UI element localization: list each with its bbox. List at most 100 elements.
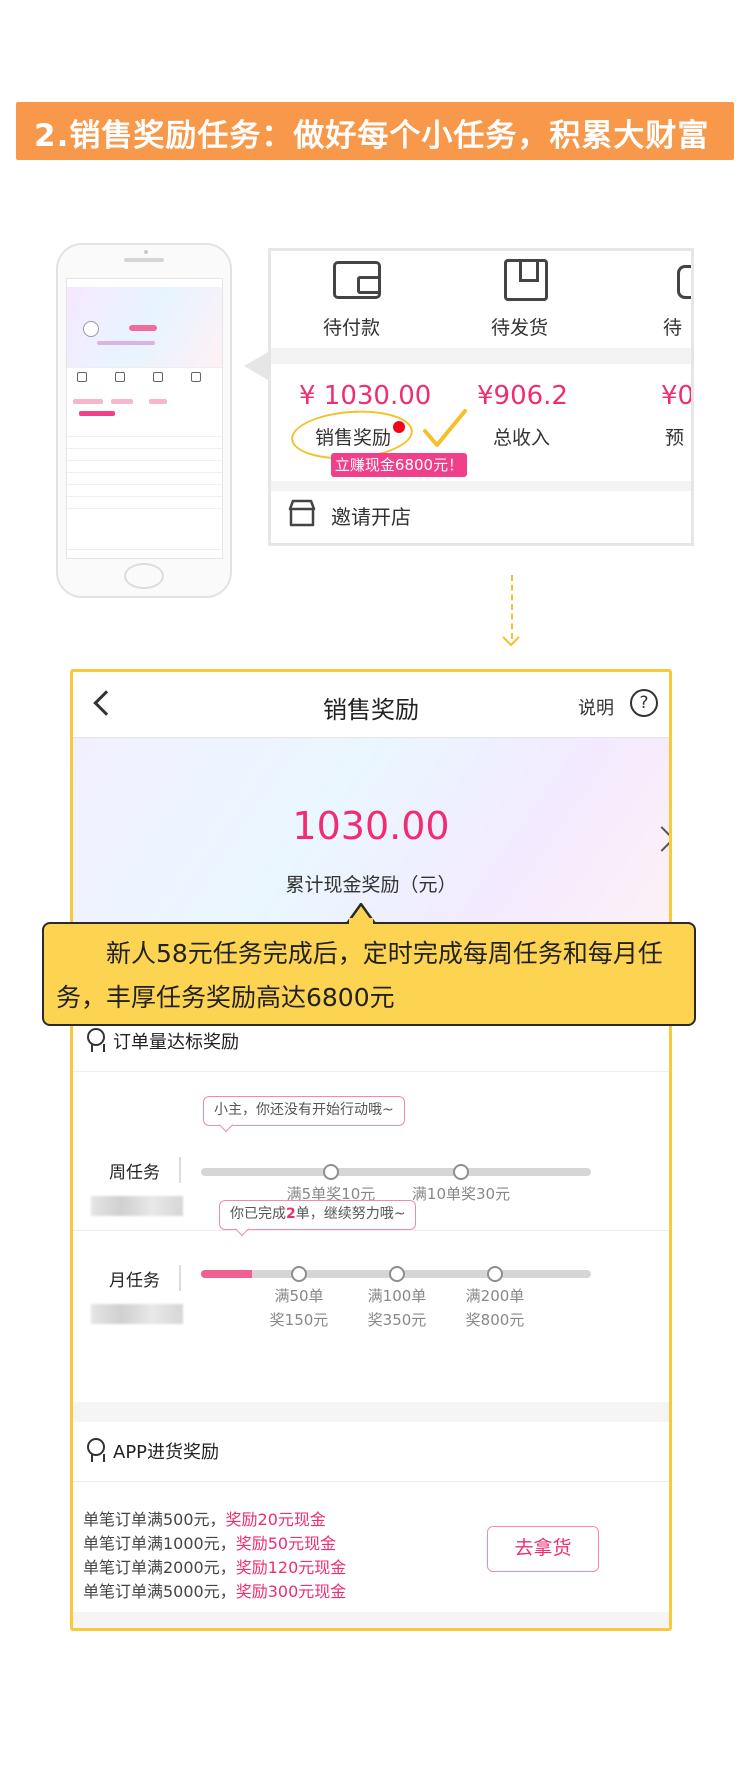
info-callout-text: 新人58元任务完成后，定时完成每周任务和每月任务，丰厚任务奖励高达6800元 (56, 939, 663, 1012)
monthly-milestone-label: 满100单奖350元 (357, 1284, 437, 1332)
rule-text: 单笔订单满5000元， (83, 1582, 236, 1601)
rule-reward: 奖励120元现金 (235, 1558, 347, 1577)
package-icon (504, 259, 548, 301)
milestone-line: 奖350元 (367, 1311, 427, 1329)
thumb-package-icon (115, 372, 125, 382)
rule-reward: 奖励50元现金 (235, 1534, 337, 1553)
question-icon[interactable]: ? (630, 689, 658, 717)
milestone-line: 满50单 (274, 1287, 324, 1305)
go-purchase-button[interactable]: 去拿货 (487, 1526, 599, 1572)
pending-payment-label[interactable]: 待付款 (323, 313, 380, 340)
earn-cash-badge: 立赚现金6800元！ (331, 453, 467, 477)
section-banner-title: 2.销售奖励任务：做好每个小任务，积累大财富 (34, 118, 710, 154)
invite-open-store-link[interactable]: 邀请开店 (331, 501, 411, 530)
clipboard-icon (677, 265, 691, 299)
total-income-value: ¥906.2 (477, 381, 568, 411)
monthly-milestone-knob (487, 1266, 503, 1282)
rule-reward: 奖励300元现金 (235, 1582, 347, 1601)
medal-icon (87, 1028, 105, 1052)
reward-rule: 单笔订单满500元，奖励20元现金 (83, 1506, 326, 1530)
monthly-tip-suffix: 单，继续努力哦~ (295, 1206, 406, 1222)
help-link[interactable]: 说明 (578, 694, 614, 720)
monthly-milestone-label: 满50单奖150元 (259, 1284, 339, 1332)
thumb-truck-icon (153, 372, 163, 382)
thumb-menu-row (67, 497, 222, 509)
divider (73, 1230, 669, 1231)
phone-home-button (124, 563, 164, 589)
thumb-tab-bar (67, 549, 222, 558)
rule-reward: 奖励20元现金 (225, 1510, 326, 1529)
thumb-value (73, 399, 103, 404)
divider (179, 1265, 181, 1291)
milestone-line: 奖150元 (269, 1311, 329, 1329)
third-status-label[interactable]: 待 (663, 313, 682, 340)
order-reward-title: 订单量达标奖励 (113, 1032, 239, 1053)
zoomed-profile-card: 待付款 待发货 待 ¥ 1030.00 ¥906.2 ¥0 销售奖励 总收入 预… (268, 248, 694, 546)
thumb-menu-row (67, 473, 222, 485)
monthly-milestone-label: 满200单奖800元 (455, 1284, 535, 1332)
monthly-tip-bubble: 你已完成2单，继续努力哦~ (219, 1200, 417, 1230)
third-value: ¥0 (661, 381, 694, 411)
nav-bar: 销售奖励 说明 ? (73, 672, 669, 738)
weekly-milestone-knob (323, 1164, 339, 1180)
thumb-value (111, 399, 133, 404)
callout-tail-mask (349, 918, 373, 928)
monthly-tip-count: 2 (286, 1206, 296, 1222)
order-reward-section: 订单量达标奖励 周任务 小主，你还没有开始行动哦~ 满5单奖10元 满10单奖3… (73, 1012, 669, 1402)
thumb-clipboard-icon (191, 372, 201, 382)
thumb-menu-row (67, 449, 222, 461)
weekly-milestone-knob (453, 1164, 469, 1180)
thumb-menu-list (67, 425, 222, 509)
thumb-money-row (67, 395, 222, 419)
app-purchase-title: APP进货奖励 (113, 1442, 220, 1463)
rule-text: 单笔订单满1000元， (83, 1534, 236, 1553)
reward-rule: 单笔订单满5000元，奖励300元现金 (83, 1578, 346, 1602)
monthly-tip-prefix: 你已完成 (230, 1206, 286, 1222)
phone-speaker (124, 258, 164, 262)
thumb-menu-row (67, 461, 222, 473)
thumb-status-bar (67, 279, 222, 287)
sales-reward-screen: 销售奖励 说明 ? 1030.00 累计现金奖励（元） 订单量达标奖励 周任务 … (70, 669, 672, 1631)
weekly-tip-bubble: 小主，你还没有开始行动哦~ (203, 1096, 405, 1126)
milestone-line: 奖800元 (465, 1311, 525, 1329)
monthly-task-label: 月任务 (109, 1271, 160, 1291)
pending-shipment-label[interactable]: 待发货 (491, 313, 548, 340)
weekly-task-label: 周任务 (109, 1163, 160, 1183)
thumb-subtitle-bar (97, 341, 155, 345)
weekly-tip-text: 小主，你还没有开始行动哦~ (214, 1102, 394, 1118)
app-purchase-header: APP进货奖励 (73, 1422, 669, 1482)
sales-reward-value: ¥ 1030.00 (299, 381, 432, 411)
chevron-down-icon (502, 636, 520, 646)
reward-rule: 单笔订单满1000元，奖励50元现金 (83, 1530, 336, 1554)
total-cash-reward: 1030.00 (292, 804, 450, 848)
check-mark-icon (423, 409, 467, 447)
third-value-label: 预 (665, 427, 685, 449)
app-purchase-section: APP进货奖励 单笔订单满500元，奖励20元现金 单笔订单满1000元，奖励5… (73, 1422, 669, 1612)
blurred-date (91, 1196, 183, 1216)
monthly-milestone-knob (389, 1266, 405, 1282)
phone-camera (144, 250, 148, 254)
thumb-wallet-icon (77, 372, 87, 382)
phone-screen-thumbnail (66, 278, 223, 559)
thumb-level-tag (129, 325, 157, 331)
thumb-order-icons (67, 367, 222, 393)
dashed-connector (511, 575, 513, 639)
rule-text: 单笔订单满2000元， (83, 1558, 236, 1577)
milestone-line: 满100单 (367, 1287, 427, 1305)
thumb-badge (79, 411, 115, 416)
weekly-milestone-label: 满10单奖30元 (411, 1185, 511, 1203)
divider (271, 348, 691, 364)
weekly-progress-track (201, 1168, 591, 1176)
milestone-line: 满200单 (465, 1287, 525, 1305)
monthly-progress-fill (201, 1270, 252, 1278)
rule-text: 单笔订单满500元， (83, 1510, 226, 1529)
blurred-date (91, 1304, 183, 1324)
divider (271, 481, 691, 491)
thumb-value (149, 399, 167, 404)
total-income-label[interactable]: 总收入 (493, 423, 550, 450)
total-cash-reward-label: 累计现金奖励（元） (285, 874, 457, 896)
store-icon (288, 499, 316, 527)
zoom-pointer (244, 352, 268, 380)
divider (179, 1157, 181, 1183)
reward-rule: 单笔订单满2000元，奖励120元现金 (83, 1554, 346, 1578)
